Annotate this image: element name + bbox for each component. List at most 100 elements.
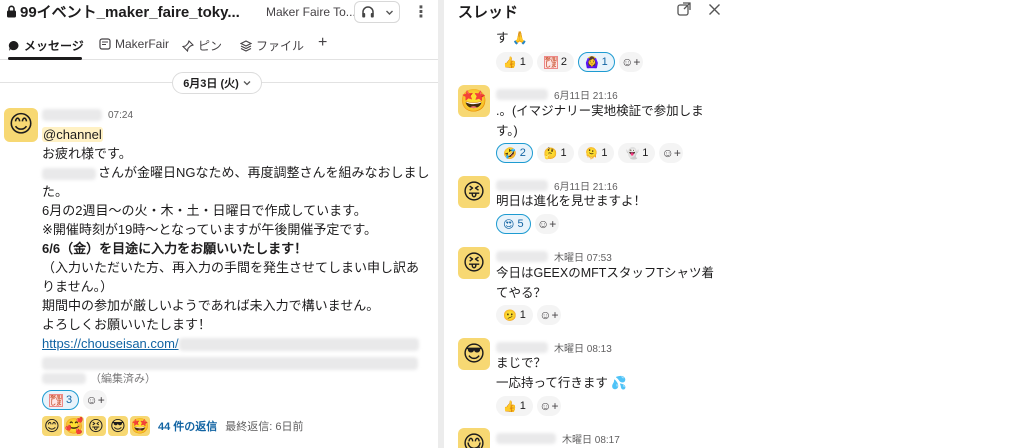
message-meta: 木曜日 07:53 [496,249,612,264]
reaction-row: 😍 5 ☺+ [496,214,559,234]
avatar: 😎 [108,416,128,436]
reaction-row: 🤣 2 🤔 1 🫠 1 👻 1 ☺+ [496,143,684,163]
last-reply-time: 最終返信: 6日前 [225,421,304,433]
reaction-row: 🫤 1 ☺+ [496,305,561,325]
message-line: https://chouseisan.com/ [42,334,422,353]
channel-tabs: メッセージ MakerFair ピン ファイル + [0,32,438,60]
canvas-icon [99,38,111,50]
link-redacted [178,338,419,352]
tab-makerfair[interactable]: MakerFair [99,37,169,51]
edited-label: （編集済み） [42,370,156,386]
thread-summary[interactable]: 😊 🥰 😝 😎 🤩 44 件の返信 最終返信: 6日前 [42,416,304,436]
reaction-sanka[interactable]: 参加します2 [536,52,574,72]
avatar[interactable]: 😋 [458,428,490,448]
thread-title: スレッド [458,4,519,21]
message-time[interactable]: 木曜日 07:53 [554,249,612,264]
reaction-heart-eyes[interactable]: 😍 5 [496,214,531,234]
sender-name-redacted[interactable] [496,433,556,444]
message-line: よろしくお願いいたします！ [42,317,212,332]
message-meta: 07:24 [42,109,133,121]
channel-mention[interactable]: @channel [42,127,103,142]
link-preview-redacted [42,357,418,371]
channel-title-button[interactable]: 99イベント_maker_faire_toky... [6,1,240,22]
message-line: さんが金曜日NGなため、再度調整さんを組みなおしまし [42,163,430,182]
reaction-sanka[interactable]: 参加します 3 [42,390,80,410]
avatar[interactable]: 🤩 [458,85,490,117]
thread-message-text: 今日はGEEXのMFTスタッフTシャツ着 てやる？ [496,266,715,300]
add-reaction-icon[interactable]: ☺+ [659,143,684,163]
thread-message-text: まじで？ 一応持って行きます 💦 [496,356,627,390]
reaction-ghost[interactable]: 👻 1 [618,143,656,163]
thread-message-text: .。(イマジナリー実地検証で参加しま す。) [496,104,704,138]
avatar: 😊 [42,416,62,436]
reaction-melting[interactable]: 🫠 1 [577,143,615,163]
reply-count-link[interactable]: 44 件の返信 [158,418,217,434]
avatar: 🥰 [64,416,84,436]
avatar[interactable]: 😝 [458,176,490,208]
reaction-rofl[interactable]: 🤣 2 [496,143,533,163]
sender-name-redacted[interactable] [42,109,102,121]
chouseisan-link[interactable]: https://chouseisan.com/ [42,336,179,351]
reaction-ok-gesture[interactable]: 🙆‍♀️ 1 [577,52,615,72]
date-jump-button[interactable]: 6月3日 (火) [172,72,262,94]
avatar: 😝 [86,416,106,436]
avatar: 🤩 [130,416,150,436]
avatar[interactable]: 😎 [458,338,490,370]
more-vertical-icon[interactable]: ⋮ [413,1,429,23]
mention-line: @channel [42,125,422,144]
avatar[interactable]: 😊 [4,108,38,142]
tab-files[interactable]: ファイル [240,37,304,54]
open-in-window-icon[interactable] [675,0,693,18]
message-line: お疲れ様です。 [42,146,132,161]
message-meta: 6月11日 21:16 [496,87,618,102]
channel-topic[interactable]: Maker Faire To... [266,5,356,19]
channel-title: 99イベント_maker_faire_toky... [20,4,240,21]
message-line: た。 [42,184,69,199]
message-time[interactable]: 07:24 [108,110,133,121]
reaction-row: 👍 1 ☺+ [496,396,561,416]
close-icon[interactable] [705,0,723,18]
reaction-thumbsup[interactable]: 👍 1 [496,52,533,72]
message-line: 6月の2週目〜の火・木・土・日曜日で作成しています。 [42,203,367,218]
mentioned-user-redacted[interactable] [42,167,96,180]
chevron-down-icon [243,81,251,86]
message-line: ※開催時刻が19時〜となっていますが午後開催予定です。 [42,222,378,237]
channel-header: 99イベント_maker_faire_toky... Maker Faire T… [0,0,438,30]
add-reaction-icon[interactable]: ☺+ [534,214,559,234]
thread-pane: スレッド す 🙏 👍1 参加します2 🙆‍♀️1 ☺+ 🤩 6月11日 21:1… [444,0,1024,448]
add-reaction-icon[interactable]: ☺+ [83,390,108,410]
sender-name-redacted[interactable] [496,251,548,262]
sender-name-redacted[interactable] [496,89,548,100]
message-line: りません。） [42,279,114,294]
files-icon [240,39,252,52]
tab-pins[interactable]: ピン [182,37,222,54]
sender-name-redacted[interactable] [496,180,548,191]
channel-pane: 99イベント_maker_faire_toky... Maker Faire T… [0,0,438,448]
reaction-thumbsup[interactable]: 👍 1 [496,396,533,416]
message-body: @channel お疲れ様です。 さんが金曜日NGなため、再度調整さんを組みなお… [42,125,430,372]
reaction-thinking[interactable]: 🤔 1 [536,143,574,163]
huddle-button[interactable] [354,1,400,23]
add-reaction-icon[interactable]: ☺+ [536,396,561,416]
sender-name-redacted[interactable] [496,342,548,353]
message-icon [8,40,19,51]
sanka-badge-icon: 参加します [49,393,63,407]
add-tab-button[interactable]: + [318,34,327,52]
headphones-icon [361,6,374,18]
message-meta: 木曜日 08:17 [496,431,620,446]
message-time[interactable]: 6月11日 21:16 [554,87,618,102]
active-tab-indicator [8,57,82,60]
thread-message-text: す 🙏 [496,31,528,45]
add-reaction-icon[interactable]: ☺+ [536,305,561,325]
pin-icon [182,39,194,52]
add-reaction-icon[interactable]: ☺+ [618,52,643,72]
redacted-text [42,372,86,384]
lock-icon [7,5,16,18]
reaction-confused[interactable]: 🫤 1 [496,305,533,325]
avatar[interactable]: 😝 [458,247,490,279]
message-line: 6/6（金）を目途に入力をお願いいたします！ [42,241,308,256]
reaction-row: 参加します 3 ☺+ [42,390,108,410]
tab-messages[interactable]: メッセージ [8,37,84,54]
message-time[interactable]: 木曜日 08:17 [562,431,620,446]
sanka-badge-icon: 参加します [543,55,558,69]
